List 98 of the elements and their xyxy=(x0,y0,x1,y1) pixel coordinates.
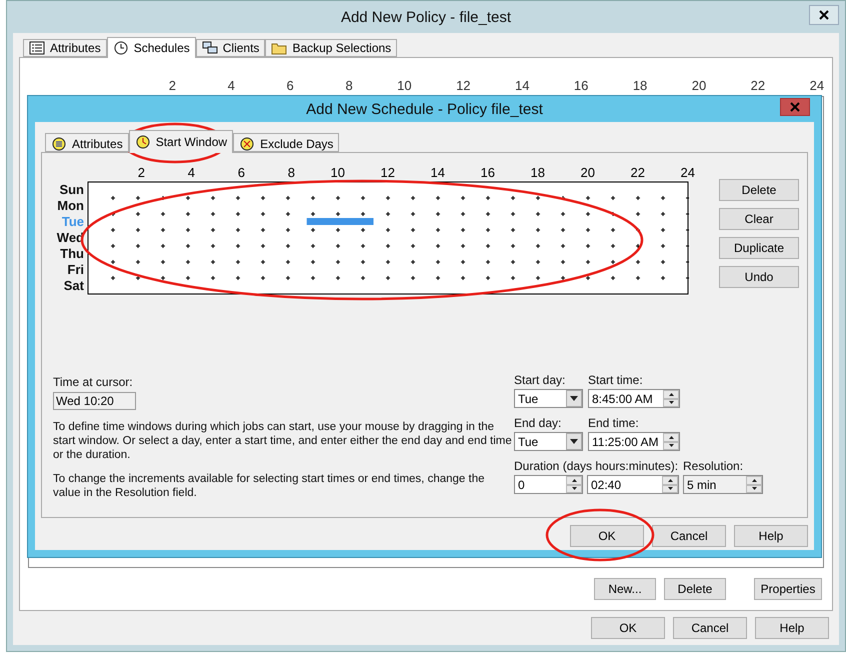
field-label: End time: xyxy=(588,416,640,430)
field-label: Start time: xyxy=(588,373,644,387)
exclude-icon xyxy=(239,136,256,150)
hour-label: 2 xyxy=(136,165,145,181)
hour-label: 10 xyxy=(396,78,412,92)
tab[interactable]: Clients xyxy=(196,39,266,57)
grid-action-button[interactable]: Duplicate xyxy=(719,237,799,259)
field-label: Start day: xyxy=(514,373,566,387)
down-arrow-icon xyxy=(668,401,674,404)
start-time-field[interactable]: 8:45:00 AM xyxy=(588,389,680,408)
down-arrow-icon xyxy=(752,487,756,490)
dialog-button[interactable]: Cancel xyxy=(652,525,726,547)
hour-label: 12 xyxy=(380,165,395,181)
hour-label: 6 xyxy=(286,78,294,92)
dialog-button[interactable]: Help xyxy=(734,525,808,547)
tab[interactable]: Exclude Days xyxy=(233,133,340,152)
dropdown-button[interactable] xyxy=(566,390,582,407)
spin-up-button[interactable] xyxy=(566,476,582,484)
day-label: Thu xyxy=(59,246,84,262)
grid-action-button[interactable]: Undo xyxy=(719,266,799,288)
time-at-cursor-field: Wed 10:20 xyxy=(53,392,136,410)
hour-label: 18 xyxy=(530,165,545,181)
day-label: Mon xyxy=(56,198,84,214)
down-arrow-icon xyxy=(668,444,674,448)
down-arrow-icon xyxy=(668,487,672,490)
clock-icon xyxy=(134,135,151,149)
attributes-icon xyxy=(51,136,67,150)
clock-icon xyxy=(112,41,129,55)
hour-label: 20 xyxy=(580,165,595,181)
up-arrow-icon xyxy=(668,392,674,396)
field-label: Duration (days hours:minutes): xyxy=(514,459,680,473)
dropdown-arrow-icon xyxy=(570,396,578,401)
spin-up-button[interactable] xyxy=(663,390,679,398)
hour-label: 22 xyxy=(630,165,645,181)
spin-up-button[interactable] xyxy=(663,433,679,442)
day-label: Tue xyxy=(60,214,84,230)
field-label: Time at cursor: xyxy=(53,375,134,389)
hour-label: 22 xyxy=(750,78,766,92)
tab[interactable]: Schedules xyxy=(106,37,196,58)
hour-label: 10 xyxy=(330,165,345,181)
up-arrow-icon xyxy=(668,436,674,439)
dialog-title: Add New Schedule - Policy file_test xyxy=(306,100,543,118)
computers-icon xyxy=(202,41,218,55)
field-label: Resolution: xyxy=(683,459,744,473)
hour-label: 20 xyxy=(690,78,706,92)
close-icon xyxy=(790,102,800,112)
policy-button[interactable]: Properties xyxy=(754,578,822,600)
end-time-field[interactable]: 11:25:00 AM xyxy=(588,432,680,451)
field-label: End day: xyxy=(514,416,562,430)
hour-label: 6 xyxy=(236,165,245,181)
up-arrow-icon xyxy=(752,478,756,482)
hour-label: 2 xyxy=(168,78,176,92)
policy-button[interactable]: New... xyxy=(594,578,656,600)
day-label: Fri xyxy=(66,262,84,278)
duration-time-field[interactable]: 02:40 xyxy=(587,475,679,494)
help-text: To change the increments available for selecting start times or end times, change the value in the Resolution field. xyxy=(53,472,486,500)
spin-up-button[interactable] xyxy=(662,476,678,484)
hour-label: 14 xyxy=(430,165,445,181)
hour-label: 8 xyxy=(286,165,295,181)
hour-label: 24 xyxy=(808,78,824,92)
window-title: Add New Policy - file_test xyxy=(340,8,512,26)
dialog-button[interactable]: Cancel xyxy=(673,617,747,639)
end-day-dropdown[interactable]: Tue xyxy=(514,432,583,451)
help-text: To define time windows during which jobs can start, use your mouse by dragging in the start window. Or select a day, enter a start time, and enter either the end day and end time or the duration. xyxy=(53,420,513,462)
tab[interactable]: Attributes xyxy=(45,133,129,152)
hour-label: 18 xyxy=(632,78,648,92)
start-day-dropdown[interactable]: Tue xyxy=(514,389,583,408)
dialog-button[interactable]: Help xyxy=(755,617,829,639)
tab[interactable]: Start Window xyxy=(128,130,234,153)
hour-label: 8 xyxy=(344,78,353,92)
day-label: Sun xyxy=(58,182,84,198)
hour-label: 14 xyxy=(514,78,530,92)
day-label: Sat xyxy=(62,278,84,294)
hour-label: 16 xyxy=(572,78,588,92)
dialog-button[interactable]: OK xyxy=(591,617,665,639)
hour-label: 4 xyxy=(226,78,235,92)
up-arrow-icon xyxy=(668,478,672,482)
folder-icon xyxy=(271,41,288,55)
hour-label: 4 xyxy=(186,165,195,181)
hour-label: 16 xyxy=(480,165,495,181)
tab[interactable]: Attributes xyxy=(23,39,107,57)
duration-days-field[interactable]: 0 xyxy=(514,475,583,494)
hour-label: 24 xyxy=(680,165,695,181)
resolution-field[interactable]: 5 min xyxy=(683,475,763,494)
dropdown-button[interactable] xyxy=(566,433,582,450)
grid-action-button[interactable]: Clear xyxy=(719,208,799,230)
close-icon xyxy=(819,10,829,20)
hour-label: 12 xyxy=(455,78,471,92)
grid-action-button[interactable]: Delete xyxy=(719,179,799,201)
policy-button[interactable]: Delete xyxy=(664,578,726,600)
dialog-button[interactable]: OK xyxy=(570,525,644,547)
list-icon xyxy=(29,41,45,55)
dropdown-arrow-icon xyxy=(570,439,578,444)
close-button[interactable] xyxy=(809,5,839,25)
spin-up-button[interactable] xyxy=(746,476,762,484)
down-arrow-icon xyxy=(572,487,576,490)
tab[interactable]: Backup Selections xyxy=(265,39,398,57)
up-arrow-icon xyxy=(572,478,576,482)
